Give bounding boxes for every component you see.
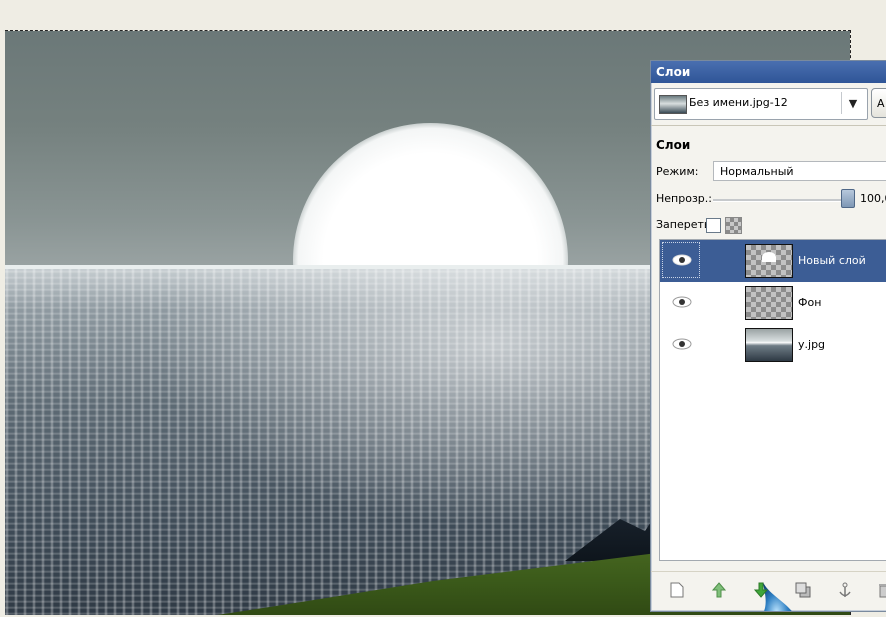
eye-icon[interactable] — [672, 338, 692, 350]
layer-row[interactable]: Фон — [660, 282, 886, 324]
mode-label: Режим: — [656, 165, 699, 178]
lock-pixels-checkbox[interactable] — [706, 218, 721, 233]
mode-select[interactable]: Нормальный — [713, 161, 886, 181]
duplicate-layer-icon[interactable] — [793, 580, 813, 600]
image-name: Без имени.jpg-12 — [689, 96, 788, 109]
opacity-slider-handle[interactable] — [841, 189, 855, 208]
eye-icon[interactable] — [672, 254, 692, 266]
new-layer-icon[interactable] — [667, 580, 687, 600]
opacity-slider-track[interactable] — [713, 199, 843, 202]
layer-name[interactable]: Новый слой — [798, 254, 866, 267]
lower-layer-icon[interactable] — [751, 580, 771, 600]
layer-thumbnail — [745, 244, 793, 278]
layer-row[interactable]: у.jpg — [660, 324, 886, 366]
raise-layer-icon[interactable] — [709, 580, 729, 600]
image-selector[interactable]: Без имени.jpg-12 ▼ — [654, 88, 868, 120]
opacity-label: Непрозр.: — [656, 192, 712, 205]
delete-layer-icon[interactable] — [875, 580, 886, 600]
gimp-workspace: Слои Без имени.jpg-12 ▼ А Слои Режим: Но… — [0, 0, 886, 617]
anchor-layer-icon[interactable] — [835, 580, 855, 600]
layers-list[interactable]: Новый слой Фон у.jpg — [659, 239, 886, 611]
layer-thumbnail — [745, 328, 793, 362]
thumb-sun — [762, 252, 776, 262]
layers-dialog: Слои Без имени.jpg-12 ▼ А Слои Режим: Но… — [650, 60, 886, 612]
layer-row[interactable]: Новый слой — [660, 240, 886, 282]
divider — [651, 125, 886, 126]
eye-icon[interactable] — [672, 296, 692, 308]
dialog-title[interactable]: Слои — [651, 61, 886, 83]
opacity-value[interactable]: 100,0 — [860, 192, 886, 205]
layer-name[interactable]: у.jpg — [798, 338, 825, 351]
image-thumbnail — [659, 95, 687, 114]
layer-thumbnail — [745, 286, 793, 320]
sea-glow — [155, 267, 715, 527]
layer-name[interactable]: Фон — [798, 296, 821, 309]
lock-alpha-icon[interactable] — [725, 217, 742, 234]
auto-button[interactable]: А — [871, 88, 886, 118]
section-title: Слои — [656, 138, 691, 152]
chevron-down-icon[interactable]: ▼ — [841, 92, 864, 114]
layers-toolbar — [651, 571, 886, 608]
